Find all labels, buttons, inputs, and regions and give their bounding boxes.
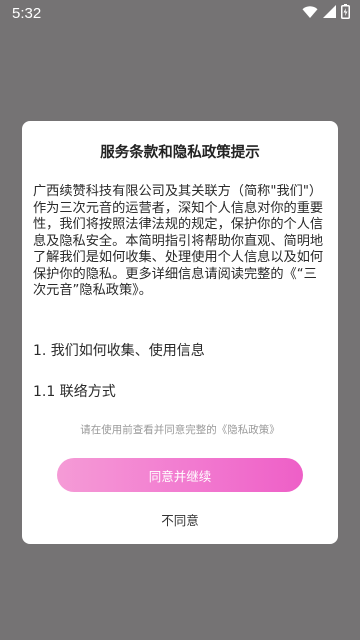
status-time: 5:32 bbox=[12, 5, 42, 22]
dialog-title: 服务条款和隐私政策提示 bbox=[100, 145, 260, 161]
signal-icon bbox=[323, 5, 336, 18]
status-bar: 5:32 bbox=[0, 0, 360, 26]
section-heading-contact: 1.1 联络方式 bbox=[33, 384, 116, 400]
section-heading-collect: 1. 我们如何收集、使用信息 bbox=[33, 343, 205, 359]
privacy-dialog: 服务条款和隐私政策提示 广西续赞科技有限公司及其关联方（简称"我们"）作为三次元… bbox=[22, 121, 338, 544]
agree-button[interactable]: 同意并继续 bbox=[57, 458, 303, 492]
decline-button[interactable]: 不同意 bbox=[130, 507, 230, 531]
privacy-intro-text: 广西续赞科技有限公司及其关联方（简称"我们"）作为三次元音的运营者，深知个人信息… bbox=[33, 184, 324, 298]
consent-hint[interactable]: 请在使用前查看并同意完整的《隐私政策》 bbox=[22, 422, 338, 437]
status-icons bbox=[302, 4, 350, 19]
wifi-icon bbox=[302, 5, 318, 19]
battery-icon bbox=[341, 4, 350, 19]
